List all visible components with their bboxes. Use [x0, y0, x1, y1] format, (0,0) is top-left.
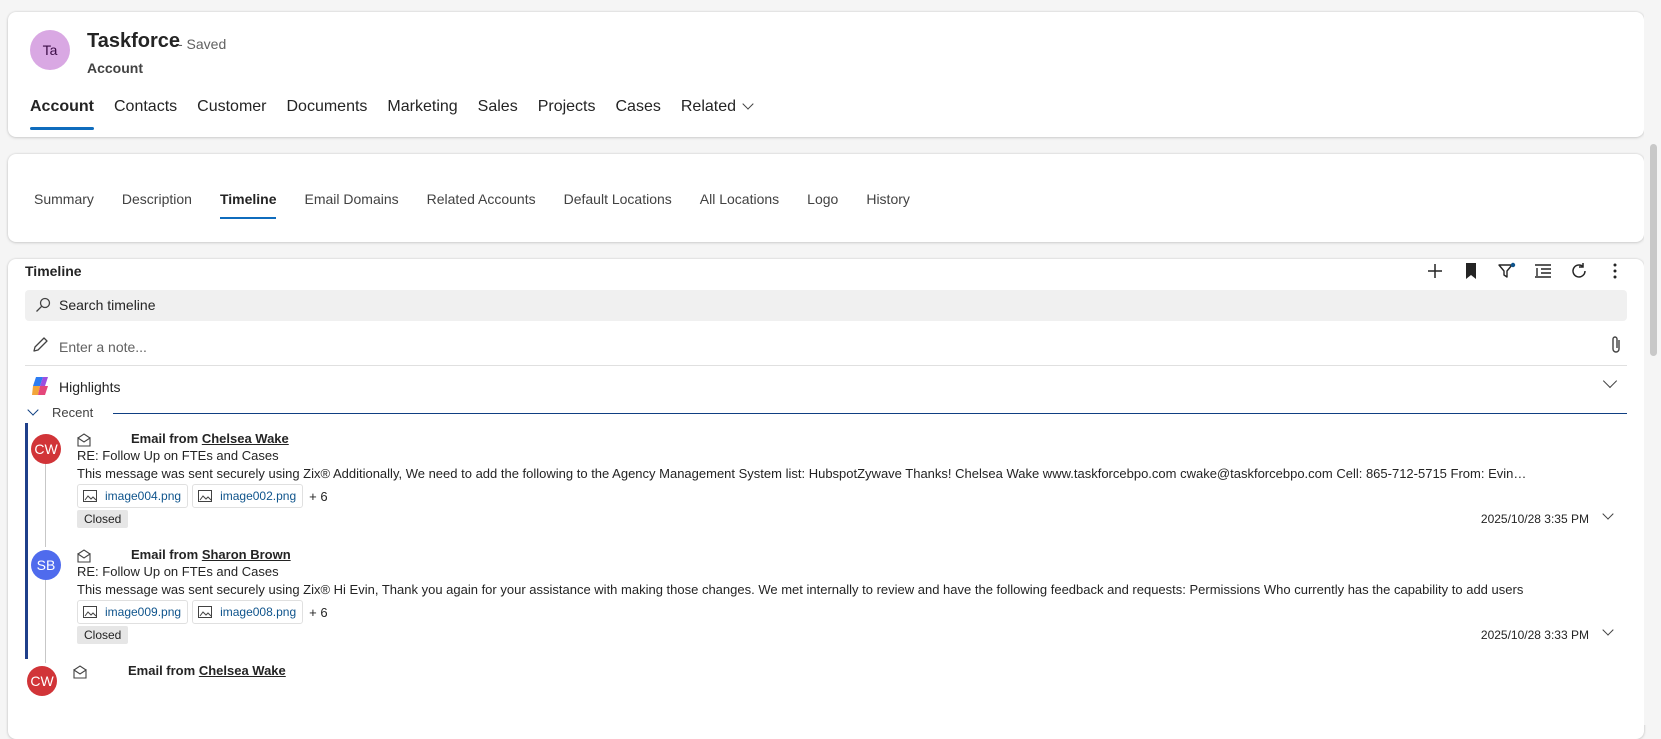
search-icon	[35, 297, 51, 318]
chevron-down-icon	[742, 98, 754, 110]
tab-history[interactable]: History	[866, 189, 910, 219]
note-input[interactable]: Enter a note...	[25, 325, 1627, 366]
item-body-preview: This message was sent securely using Zix…	[77, 466, 1527, 481]
tab-documents[interactable]: Documents	[277, 96, 378, 132]
item-heading: Email from Chelsea Wake	[131, 431, 289, 446]
more-attachments-count[interactable]: + 6	[309, 489, 327, 504]
status-badge: Closed	[77, 626, 129, 644]
tab-projects[interactable]: Projects	[528, 96, 606, 132]
image-icon	[198, 606, 213, 618]
tab-related-accounts[interactable]: Related Accounts	[427, 189, 536, 219]
item-heading: Email from Sharon Brown	[131, 547, 291, 562]
attachments: image004.png image002.png + 6	[77, 484, 328, 508]
tab-sales[interactable]: Sales	[468, 96, 528, 132]
status-badge: Closed	[77, 510, 129, 528]
filter-icon[interactable]	[1496, 260, 1518, 282]
bookmark-icon[interactable]	[1460, 260, 1482, 282]
image-icon	[83, 490, 97, 502]
timeline-item[interactable]: SB Email from Sharon Brown RE: Follow Up…	[25, 547, 1627, 663]
email-icon	[73, 665, 87, 684]
scrollbar-thumb[interactable]	[1650, 144, 1657, 356]
tab-cases[interactable]: Cases	[606, 96, 671, 132]
chevron-down-icon[interactable]	[1602, 508, 1614, 520]
tab-summary[interactable]: Summary	[34, 189, 94, 219]
avatar: CW	[31, 434, 61, 464]
timestamp: 2025/10/28 3:33 PM	[1480, 628, 1589, 642]
timeline-item[interactable]: CW Email from Chelsea Wake RE: Follow Up…	[25, 431, 1627, 547]
item-subject: RE: Follow Up on FTEs and Cases	[77, 564, 279, 579]
avatar: SB	[31, 550, 61, 580]
attachment-chip[interactable]: image002.png	[192, 484, 304, 508]
tab-description[interactable]: Description	[122, 189, 192, 219]
tab-customer[interactable]: Customer	[187, 96, 276, 132]
highlights-label: Highlights	[59, 379, 121, 395]
attach-icon[interactable]	[1609, 335, 1623, 360]
connector-line	[45, 461, 46, 547]
highlights-section[interactable]: Highlights	[25, 365, 1627, 405]
sender-link[interactable]: Chelsea Wake	[199, 663, 286, 678]
record-avatar: Ta	[30, 30, 70, 70]
add-icon[interactable]	[1424, 260, 1446, 282]
divider	[113, 413, 1627, 414]
avatar: CW	[27, 666, 57, 696]
recent-label: Recent	[52, 405, 94, 420]
tab-account[interactable]: Account	[30, 96, 104, 132]
image-icon	[198, 490, 213, 502]
tab-contacts[interactable]: Contacts	[104, 96, 187, 132]
connector-line	[45, 577, 46, 663]
tab-all-locations[interactable]: All Locations	[700, 189, 779, 219]
saved-status: - Saved	[178, 36, 227, 52]
tab-default-locations[interactable]: Default Locations	[564, 189, 672, 219]
sender-link[interactable]: Chelsea Wake	[202, 431, 289, 446]
item-body-preview: This message was sent securely using Zix…	[77, 582, 1524, 597]
attachment-chip[interactable]: image009.png	[77, 600, 189, 624]
attachment-chip[interactable]: image008.png	[192, 600, 304, 624]
entity-type-label: Account	[87, 60, 143, 76]
tab-logo[interactable]: Logo	[807, 189, 838, 219]
timestamp: 2025/10/28 3:35 PM	[1480, 512, 1589, 526]
chevron-down-icon	[27, 404, 39, 416]
timeline-title: Timeline	[25, 263, 82, 279]
section-tab-card: Summary Description Timeline Email Domai…	[8, 154, 1644, 242]
section-tab-bar: Summary Description Timeline Email Domai…	[34, 189, 938, 219]
item-heading: Email from Chelsea Wake	[128, 663, 286, 678]
more-icon[interactable]	[1604, 260, 1626, 282]
timeline-item[interactable]: CW Email from Chelsea Wake	[25, 663, 1627, 723]
record-header: Ta Taskforce - Saved Account Account Con…	[8, 12, 1644, 137]
tab-timeline[interactable]: Timeline	[219, 189, 276, 219]
main-tab-bar: Account Contacts Customer Documents Mark…	[30, 96, 762, 132]
image-icon	[83, 606, 97, 618]
search-placeholder: Search timeline	[59, 297, 156, 313]
timeline-toolbar	[1424, 260, 1626, 282]
page-scrollbar[interactable]	[1644, 0, 1661, 725]
tab-email-domains[interactable]: Email Domains	[304, 189, 398, 219]
tab-marketing[interactable]: Marketing	[377, 96, 467, 132]
attachments: image009.png image008.png + 6	[77, 600, 328, 624]
chevron-down-icon[interactable]	[1602, 373, 1618, 389]
search-timeline-input[interactable]: Search timeline	[25, 290, 1627, 321]
sort-icon[interactable]	[1532, 260, 1554, 282]
tab-related[interactable]: Related	[671, 96, 762, 132]
attachment-chip[interactable]: image004.png	[77, 484, 189, 508]
chevron-down-icon[interactable]	[1602, 624, 1614, 636]
pencil-icon	[31, 336, 49, 359]
more-attachments-count[interactable]: + 6	[309, 605, 327, 620]
refresh-icon[interactable]	[1568, 260, 1590, 282]
note-placeholder: Enter a note...	[59, 339, 147, 355]
sender-link[interactable]: Sharon Brown	[202, 547, 291, 562]
copilot-icon	[30, 375, 52, 402]
item-subject: RE: Follow Up on FTEs and Cases	[77, 448, 279, 463]
timeline-panel: Timeline Search timeline Enter a note...…	[8, 259, 1644, 739]
record-title: Taskforce	[87, 30, 181, 52]
recent-group-header[interactable]: Recent	[25, 404, 1627, 422]
